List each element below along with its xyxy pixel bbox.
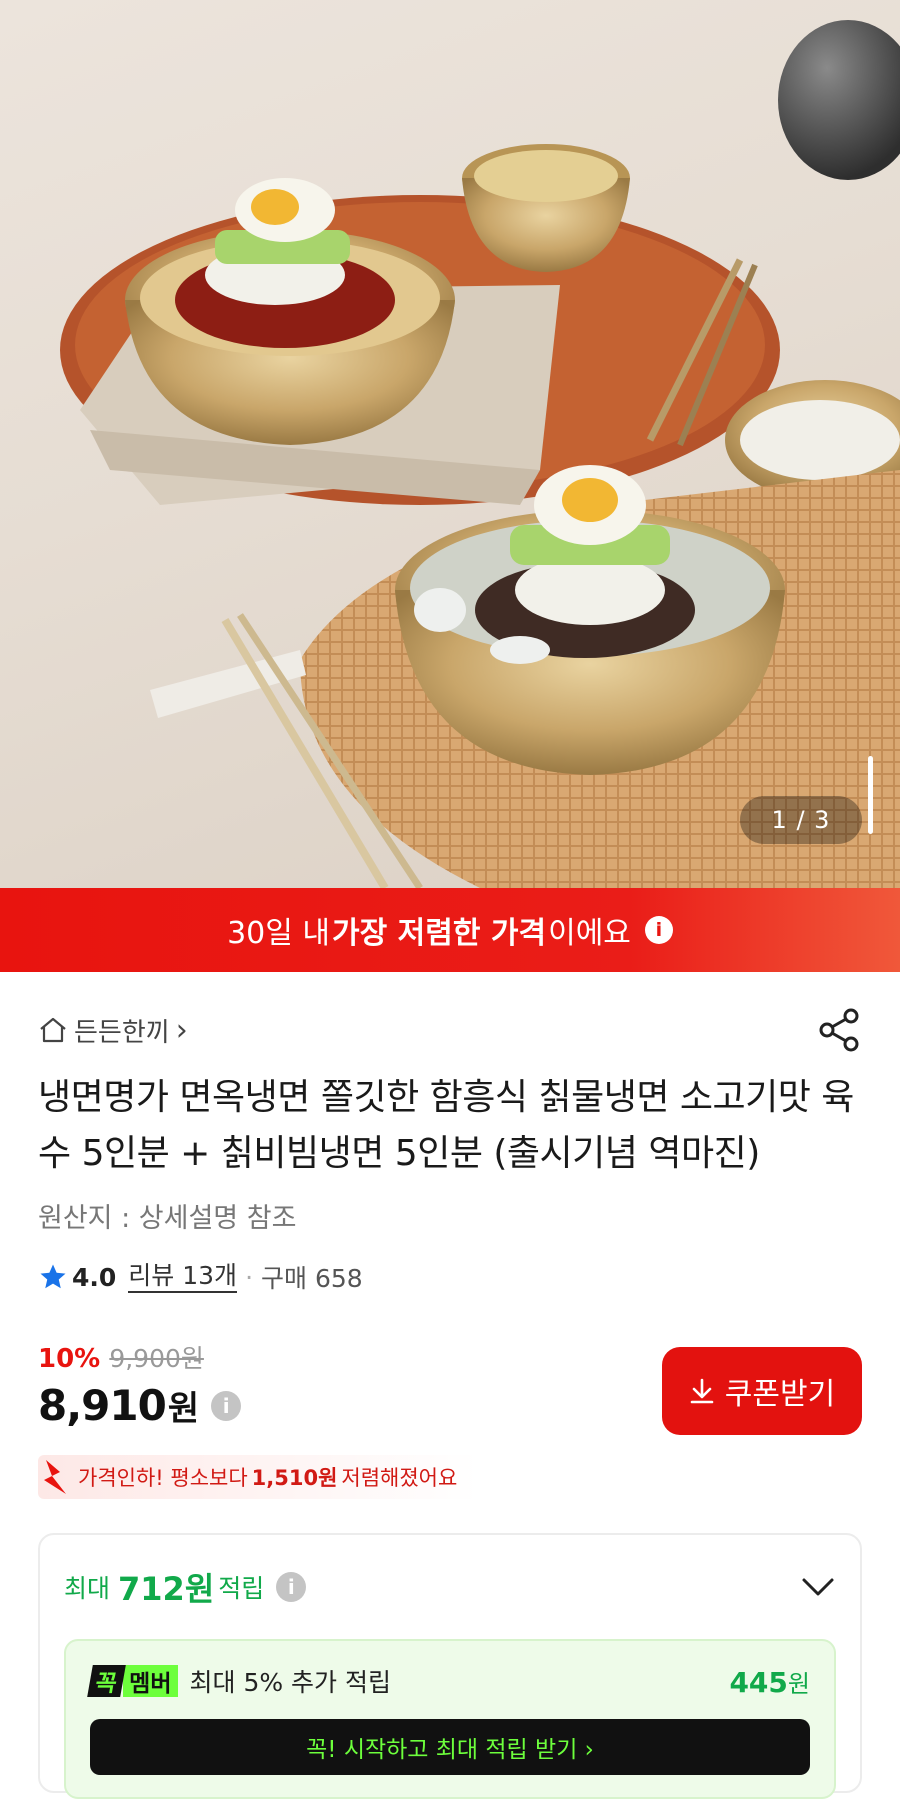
- price-drop-notice: 가격인하! 평소보다 1,510원 저렴해졌어요: [38, 1455, 478, 1499]
- origin-info: 원산지 : 상세설명 참조: [38, 1203, 297, 1234]
- points-title-post: 적립: [218, 1574, 265, 1603]
- rating-row: 4.0 리뷰 13개 · 구매 658: [38, 1259, 862, 1295]
- image-counter: 1 / 3: [740, 796, 862, 844]
- chevron-down-icon[interactable]: [800, 1575, 836, 1599]
- member-badge-m: 멤버: [123, 1665, 178, 1697]
- price-drop-amount: 1,510원: [251, 1466, 338, 1490]
- carousel-scroll-indicator: [868, 756, 873, 834]
- points-info-icon[interactable]: i: [276, 1572, 307, 1602]
- info-icon[interactable]: i: [644, 916, 673, 944]
- price-drop-arrow-icon: [44, 1460, 66, 1494]
- banner-text-post: 이에요: [548, 916, 631, 951]
- brand-link[interactable]: 든든한끼 ›: [38, 1012, 188, 1049]
- review-link[interactable]: 리뷰 13개: [128, 1261, 238, 1293]
- product-title: 냉면명가 면옥냉면 쫄깃한 함흥식 칡물냉면 소고기맛 육수 5인분 + 칡비빔…: [38, 1077, 854, 1174]
- lowest-price-banner[interactable]: 30일 내 가장 저렴한 가격 이에요 i: [0, 888, 900, 972]
- price-drop-pre: 가격인하! 평소보다: [78, 1466, 248, 1490]
- price-info-icon[interactable]: i: [211, 1390, 242, 1421]
- final-price: 8,910: [38, 1381, 167, 1430]
- separator-dot: ·: [245, 1262, 254, 1292]
- points-header[interactable]: 최대 712원 적립 i: [64, 1535, 836, 1639]
- banner-text-pre: 30일 내: [227, 916, 330, 951]
- banner-text-bold: 가장 저렴한 가격: [332, 916, 547, 951]
- member-benefit-text: 최대 5% 추가 적립: [189, 1668, 392, 1697]
- discount-rate: 10%: [38, 1344, 101, 1374]
- original-price: 9,900원: [109, 1344, 204, 1373]
- member-amount-group: 445원: [729, 1664, 810, 1699]
- points-card: 최대 712원 적립 i 꼭 멤버 최대 5% 추가 적립 445원 꼭! 시작…: [38, 1533, 862, 1799]
- member-badge-k: 꼭: [87, 1665, 126, 1697]
- product-photo: [60, 20, 900, 888]
- brand-name: 든든한끼: [74, 1017, 170, 1048]
- member-amount: 445: [729, 1665, 788, 1699]
- member-benefit-box: 꼭 멤버 최대 5% 추가 적립 445원 꼭! 시작하고 최대 적립 받기 ›: [64, 1639, 836, 1799]
- start-member-button[interactable]: 꼭! 시작하고 최대 적립 받기 ›: [90, 1719, 810, 1775]
- star-icon: [40, 1264, 66, 1289]
- chevron-right-icon: ›: [175, 1012, 188, 1048]
- coupon-button-label: 쿠폰받기: [724, 1377, 836, 1412]
- product-image-carousel[interactable]: 1 / 3: [0, 0, 900, 888]
- share-icon[interactable]: [818, 1007, 862, 1053]
- member-amount-unit: 원: [787, 1669, 810, 1698]
- download-arrow-icon: [690, 1378, 714, 1404]
- price-drop-post: 저렴해졌어요: [341, 1466, 458, 1490]
- purchase-count: 구매 658: [261, 1264, 363, 1293]
- points-max-amount: 712원: [118, 1570, 215, 1608]
- member-badge: 꼭 멤버: [87, 1665, 178, 1697]
- home-icon: [40, 1017, 66, 1043]
- rating-score: 4.0: [72, 1262, 117, 1292]
- points-title-pre: 최대: [64, 1574, 111, 1603]
- coupon-button[interactable]: 쿠폰받기: [662, 1347, 862, 1435]
- final-price-unit: 원: [167, 1389, 200, 1429]
